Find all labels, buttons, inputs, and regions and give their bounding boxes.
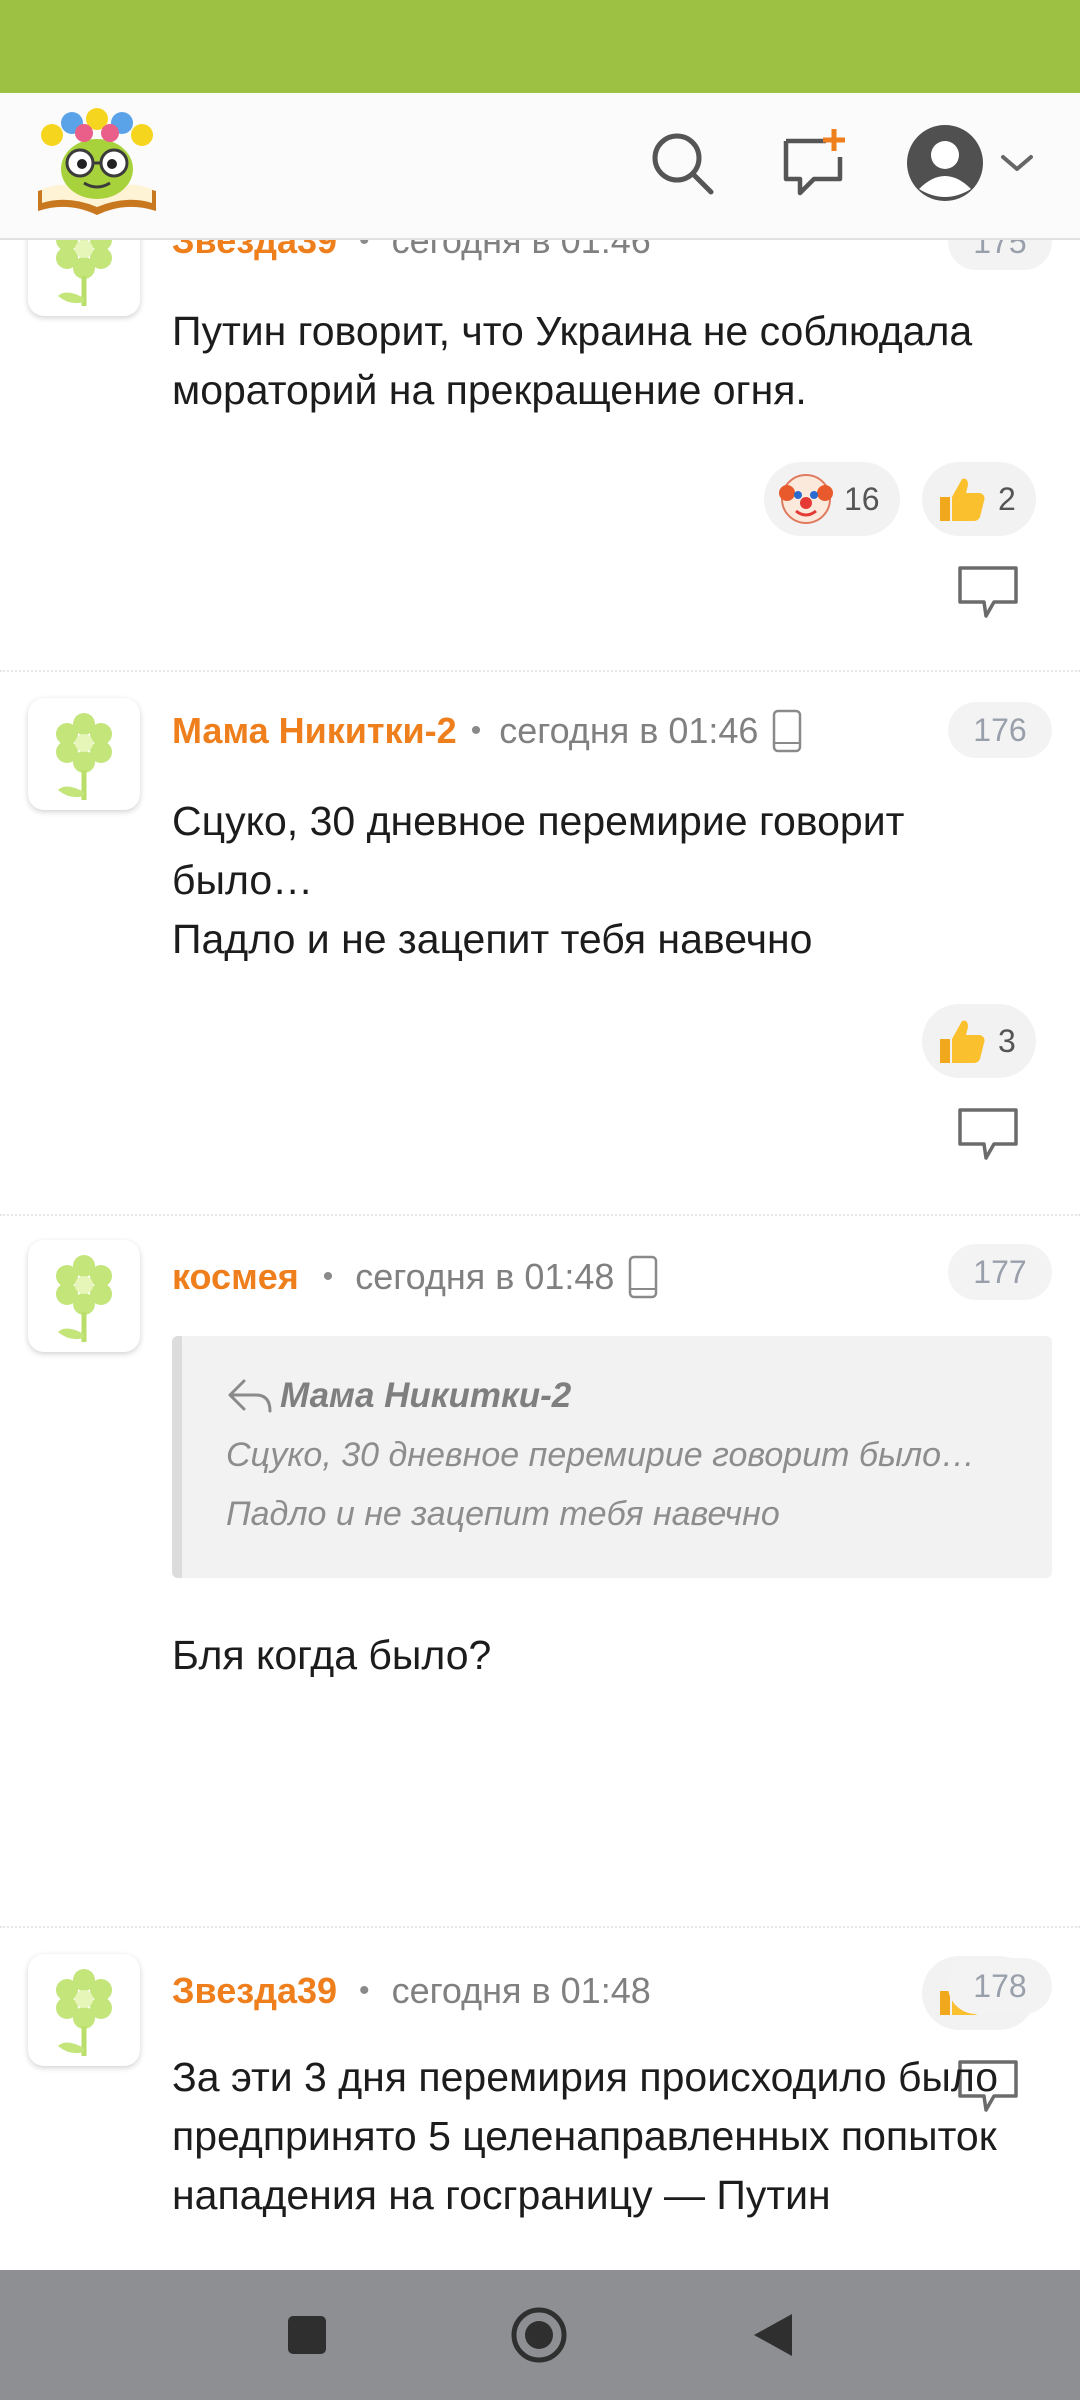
reaction-clown[interactable]: 16 xyxy=(764,462,900,536)
reaction-count: 16 xyxy=(844,480,880,517)
quote-author: Мама Никитки-2 xyxy=(280,1376,572,1415)
comment-text: Бля когда было? xyxy=(172,1632,492,1678)
reply-icon[interactable] xyxy=(956,564,1020,622)
flower-avatar-icon xyxy=(56,1255,112,1342)
comment-number[interactable]: 177 xyxy=(948,1244,1052,1300)
recents-button[interactable] xyxy=(272,2300,342,2370)
avatar[interactable] xyxy=(28,698,140,810)
comment-time: сегодня в 01:46 xyxy=(499,710,759,751)
avatar[interactable] xyxy=(28,1954,140,2066)
comment-author[interactable]: космея xyxy=(172,1256,299,1298)
mobile-device-icon xyxy=(772,709,802,753)
flower-avatar-icon xyxy=(56,240,112,306)
comment-author[interactable]: Звезда39 xyxy=(172,1970,337,2012)
comment-author[interactable]: Звезда39 xyxy=(172,240,337,262)
user-avatar-icon xyxy=(907,125,983,201)
quote-text-line: Сцуко, 30 дневное перемирие говорит было… xyxy=(226,1436,976,1474)
comment-text-line: Падло и не зацепит тебя навечно xyxy=(172,916,813,962)
comment-divider xyxy=(0,670,1080,672)
new-post-button[interactable] xyxy=(774,123,854,203)
search-icon xyxy=(652,133,714,195)
quoted-comment[interactable]: Мама Никитки-2 Сцуко, 30 дневное перемир… xyxy=(172,1336,1052,1578)
mobile-device-icon xyxy=(628,1255,658,1299)
back-button[interactable] xyxy=(738,2300,808,2370)
quote-text-line: Падло и не зацепит тебя навечно xyxy=(226,1495,780,1533)
square-icon xyxy=(288,2316,326,2354)
comment-text: Путин говорит, что Украина не соблюдала … xyxy=(172,308,973,413)
search-button[interactable] xyxy=(642,123,722,203)
comment-text: За эти 3 дня перемирия происходило было … xyxy=(172,2054,999,2218)
profile-menu-button[interactable] xyxy=(900,123,1040,203)
avatar[interactable] xyxy=(28,1240,140,1352)
comment-divider xyxy=(0,1926,1080,1928)
separator-dot: • xyxy=(322,1260,334,1293)
comment-time: сегодня в 01:48 xyxy=(355,1256,615,1297)
comment-number[interactable]: 175 xyxy=(948,240,1052,270)
comment-divider xyxy=(0,1214,1080,1216)
separator-dot: • xyxy=(359,1974,370,2007)
reply-arrow-icon xyxy=(228,1379,272,1413)
comment-number[interactable]: 178 xyxy=(948,1958,1052,2014)
thumbs-up-icon xyxy=(940,478,985,521)
comments-feed: Звезда39 • сегодня в 01:46 175 Путин гов… xyxy=(0,240,1080,2270)
home-button[interactable] xyxy=(504,2300,574,2370)
reply-icon[interactable] xyxy=(956,1106,1020,1164)
flower-avatar-icon xyxy=(56,713,112,800)
flower-avatar-icon xyxy=(56,1969,112,2056)
separator-dot: • xyxy=(359,240,370,257)
system-navigation-bar xyxy=(0,2270,1080,2400)
new-post-icon xyxy=(783,129,845,196)
comment-number[interactable]: 176 xyxy=(948,702,1052,758)
reaction-like[interactable]: 3 xyxy=(922,1004,1036,1078)
comment-author[interactable]: Мама Никитки-2 xyxy=(172,710,457,752)
comment-time: сегодня в 01:46 xyxy=(391,240,651,261)
clown-face-icon xyxy=(779,474,833,524)
comment-text-line: Сцуко, 30 дневное перемирие говорит было… xyxy=(172,798,905,903)
comment-text: Сцуко, 30 дневное перемирие говорит было… xyxy=(172,792,1052,969)
comment-time: сегодня в 01:48 xyxy=(391,1970,651,2011)
back-triangle-icon xyxy=(754,2314,792,2356)
quote-header: Мама Никитки-2 xyxy=(226,1372,1052,1420)
avatar[interactable] xyxy=(28,240,140,316)
site-logo[interactable] xyxy=(34,107,160,219)
app-header xyxy=(0,93,1080,240)
chevron-down-icon xyxy=(1001,155,1033,171)
reaction-count: 2 xyxy=(998,480,1016,517)
status-bar xyxy=(0,0,1080,93)
reaction-like[interactable]: 2 xyxy=(922,462,1036,536)
separator-dot: • xyxy=(470,714,482,747)
circle-icon xyxy=(511,2307,567,2363)
reaction-count: 3 xyxy=(998,1022,1016,1059)
thumbs-up-icon xyxy=(940,1020,985,1063)
